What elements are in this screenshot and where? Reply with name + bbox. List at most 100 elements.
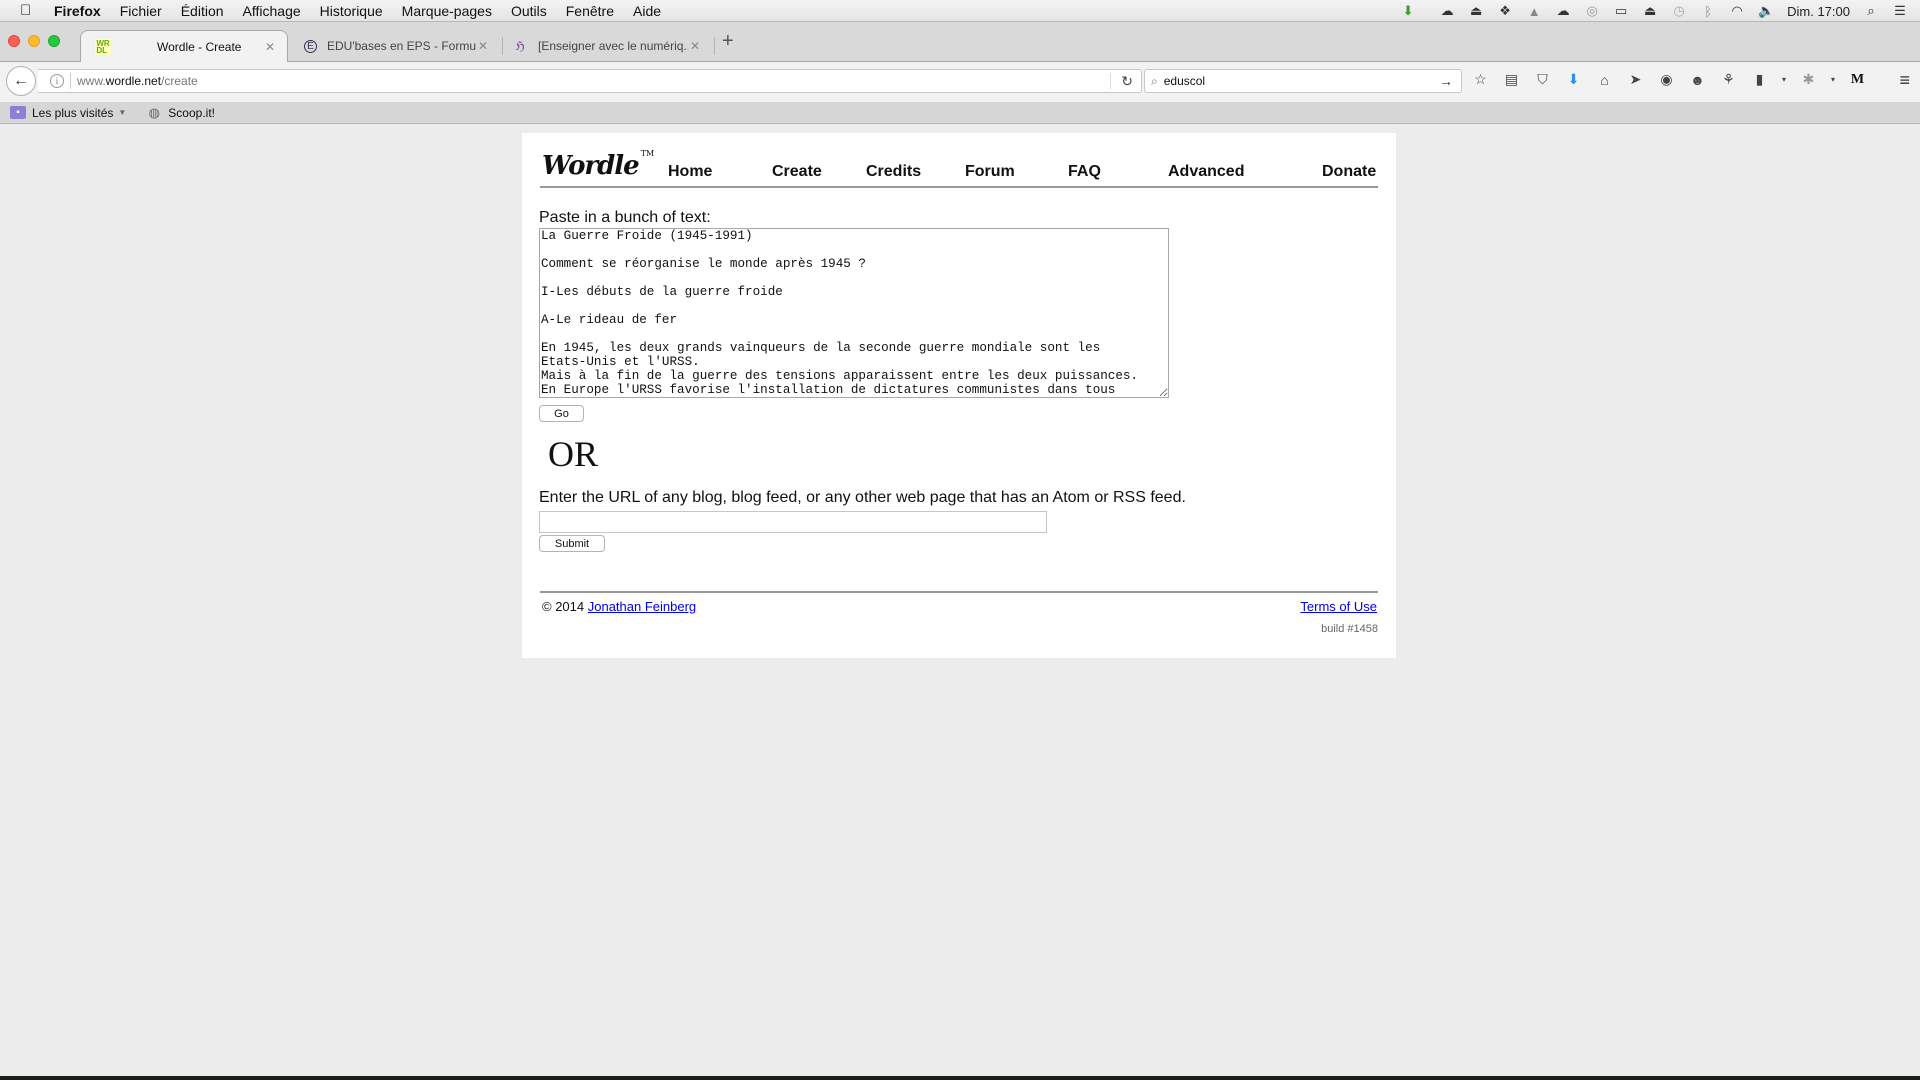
navigation-bar: ← i www.wordle.net/create ↻ ⌕ eduscol → … bbox=[0, 62, 1920, 102]
tab-enseigner-numerique[interactable]: ℌ [Enseigner avec le numériq... ✕ bbox=[504, 30, 712, 62]
feed-url-label: Enter the URL of any blog, blog feed, or… bbox=[539, 489, 1186, 506]
chevron-down-icon: ▼ bbox=[118, 108, 127, 117]
new-tab-button[interactable]: + bbox=[722, 30, 734, 53]
google-drive-icon[interactable]: ▲ bbox=[1526, 4, 1542, 19]
or-separator: OR bbox=[548, 434, 599, 474]
history-sync-icon[interactable]: ◉ bbox=[1656, 71, 1677, 88]
send-icon[interactable]: ➤ bbox=[1625, 71, 1646, 88]
folder-icon: ▪ bbox=[10, 106, 26, 119]
site-info-icon[interactable]: i bbox=[50, 74, 64, 88]
text-input-area[interactable] bbox=[539, 228, 1169, 398]
wordle-page: Wordle TM Home Create Credits Forum FAQ A… bbox=[522, 133, 1396, 658]
airplay-icon[interactable]: ▭ bbox=[1613, 3, 1629, 18]
search-bar[interactable]: ⌕ eduscol → bbox=[1144, 69, 1462, 93]
downloads-icon[interactable]: ⬇ bbox=[1563, 71, 1584, 88]
dropdown-icon[interactable]: ▾ bbox=[1780, 75, 1788, 84]
macos-menu-bar:  Firefox Fichier Édition Affichage Hist… bbox=[0, 0, 1920, 22]
tab-wordle-create[interactable]: WR DL Wordle - Create ✕ bbox=[80, 30, 288, 63]
tab-strip: WR DL Wordle - Create ✕ É EDU'bases en E… bbox=[0, 22, 1920, 63]
spotlight-search-icon[interactable]: ⌕ bbox=[1863, 3, 1879, 18]
volume-icon[interactable]: 🔈 bbox=[1758, 3, 1774, 18]
bookmark-label: Les plus visités bbox=[32, 105, 114, 120]
time-machine-icon[interactable]: ◷ bbox=[1671, 3, 1687, 18]
search-go-icon[interactable]: → bbox=[1439, 73, 1453, 89]
search-icon: ⌕ bbox=[1151, 73, 1158, 88]
creative-cloud-sync-icon[interactable]: ☁ bbox=[1555, 3, 1571, 18]
nav-forum[interactable]: Forum bbox=[965, 163, 1015, 181]
footer-divider bbox=[540, 591, 1378, 593]
back-button[interactable]: ← bbox=[6, 66, 36, 96]
m-extension-icon[interactable]: M bbox=[1847, 72, 1868, 88]
nav-donate[interactable]: Donate bbox=[1322, 163, 1376, 181]
url-host: wordle.net bbox=[105, 74, 162, 88]
menu-outils[interactable]: Outils bbox=[511, 3, 547, 19]
menu-app-firefox[interactable]: Firefox bbox=[54, 3, 101, 19]
tab-close-icon[interactable]: ✕ bbox=[476, 39, 490, 53]
nav-credits[interactable]: Credits bbox=[866, 163, 921, 181]
enseigner-favicon-icon: ℌ bbox=[515, 39, 525, 53]
toolbar-icons: ☆ ▤ ⛉ ⬇ ⌂ ➤ ◉ ☻ ⚘ ▮ ▾ ✱ ▾ M bbox=[1470, 71, 1868, 88]
home-icon[interactable]: ⌂ bbox=[1594, 72, 1615, 88]
wordle-favicon-icon: WR DL bbox=[95, 39, 111, 55]
bookmark-scoop-it[interactable]: ◍ Scoop.it! bbox=[146, 105, 215, 120]
go-button[interactable]: Go bbox=[539, 405, 584, 422]
bookmark-label: Scoop.it! bbox=[168, 105, 215, 120]
logo-text: Wordle bbox=[542, 151, 640, 181]
menu-hamburger-icon[interactable]: ≡ bbox=[1899, 70, 1910, 91]
feed-url-input[interactable] bbox=[539, 511, 1047, 533]
nav-divider bbox=[540, 186, 1378, 188]
tab-title: EDU'bases en EPS - Formul... bbox=[327, 39, 476, 53]
reload-icon[interactable]: ↻ bbox=[1121, 73, 1133, 90]
clock[interactable]: Dim. 17:00 bbox=[1787, 4, 1850, 19]
menu-marque-pages[interactable]: Marque-pages bbox=[402, 3, 492, 19]
menu-affichage[interactable]: Affichage bbox=[243, 3, 301, 19]
tab-close-icon[interactable]: ✕ bbox=[688, 39, 702, 53]
search-input[interactable]: eduscol bbox=[1164, 74, 1205, 88]
dropdown-icon[interactable]: ▾ bbox=[1829, 75, 1837, 84]
wifi-icon[interactable]: ◠ bbox=[1729, 3, 1745, 18]
paste-text-label: Paste in a bunch of text: bbox=[539, 209, 711, 226]
eject-icon[interactable]: ⏏ bbox=[1642, 3, 1658, 18]
url-text[interactable]: www.wordle.net/create bbox=[77, 74, 198, 88]
terms-of-use-link[interactable]: Terms of Use bbox=[1300, 599, 1377, 614]
url-path: /create bbox=[161, 74, 198, 88]
reading-list-icon[interactable]: ▤ bbox=[1501, 71, 1522, 88]
author-link[interactable]: Jonathan Feinberg bbox=[588, 599, 696, 614]
chat-icon[interactable]: ☻ bbox=[1687, 72, 1708, 88]
window-close-button[interactable] bbox=[8, 35, 20, 47]
bluetooth-icon[interactable]: ᛒ bbox=[1700, 4, 1716, 19]
bookmark-les-plus-visites[interactable]: ▪ Les plus visités ▼ bbox=[10, 106, 126, 120]
menu-fenetre[interactable]: Fenêtre bbox=[566, 3, 614, 19]
wordle-logo[interactable]: Wordle TM bbox=[542, 149, 654, 181]
url-prefix: www. bbox=[77, 74, 106, 88]
menu-edition[interactable]: Édition bbox=[181, 3, 224, 19]
tab-close-icon[interactable]: ✕ bbox=[263, 40, 277, 54]
apple-menu-icon[interactable]:  bbox=[20, 2, 40, 19]
window-minimize-button[interactable] bbox=[28, 35, 40, 47]
clipboard-extension-icon[interactable]: ▮ bbox=[1749, 71, 1770, 88]
nav-advanced[interactable]: Advanced bbox=[1168, 163, 1244, 181]
airdrop-box-icon[interactable]: ⏏ bbox=[1468, 3, 1484, 18]
download-tray-icon[interactable]: ⬇ bbox=[1400, 3, 1416, 18]
extension-icon[interactable]: ⚘ bbox=[1718, 71, 1739, 88]
arrow-left-icon: ← bbox=[13, 72, 29, 89]
dropbox-icon[interactable]: ❖ bbox=[1497, 3, 1513, 18]
bookmark-star-icon[interactable]: ☆ bbox=[1470, 71, 1491, 88]
url-divider bbox=[1110, 73, 1111, 89]
window-maximize-button[interactable] bbox=[48, 35, 60, 47]
url-separator bbox=[70, 73, 71, 89]
extension-bug-icon[interactable]: ✱ bbox=[1798, 71, 1819, 88]
menu-aide[interactable]: Aide bbox=[633, 3, 661, 19]
nav-home[interactable]: Home bbox=[668, 163, 712, 181]
cloud-icon[interactable]: ☁ bbox=[1439, 3, 1455, 18]
nav-faq[interactable]: FAQ bbox=[1068, 163, 1101, 181]
tab-edubases[interactable]: É EDU'bases en EPS - Formul... ✕ bbox=[292, 30, 500, 62]
pocket-icon[interactable]: ⛉ bbox=[1532, 71, 1553, 88]
adobe-cc-icon[interactable]: ◎ bbox=[1584, 3, 1600, 18]
notification-center-icon[interactable]: ☰ bbox=[1892, 3, 1908, 18]
menu-historique[interactable]: Historique bbox=[320, 3, 383, 19]
url-bar[interactable]: i www.wordle.net/create ↻ bbox=[38, 69, 1142, 93]
menu-fichier[interactable]: Fichier bbox=[120, 3, 162, 19]
submit-button[interactable]: Submit bbox=[539, 535, 605, 552]
nav-create[interactable]: Create bbox=[772, 163, 822, 181]
